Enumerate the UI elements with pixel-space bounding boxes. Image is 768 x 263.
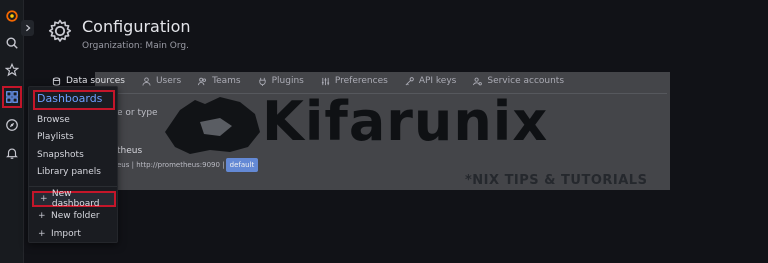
action-label: Import: [51, 229, 81, 239]
search-icon[interactable]: [0, 31, 24, 55]
plus-icon: +: [38, 211, 46, 221]
dashboards-menu: Dashboards Browse Playlists Snapshots Li…: [28, 86, 118, 243]
cog-icon: [48, 19, 72, 42]
menu-title[interactable]: Dashboards: [37, 92, 102, 105]
action-label: New folder: [51, 211, 100, 221]
dashboards-highlight: [2, 86, 22, 108]
menu-item-playlists[interactable]: Playlists: [37, 132, 74, 142]
menu-item-library-panels[interactable]: Library panels: [37, 167, 101, 177]
watermark-tagline: *NIX TIPS & TUTORIALS: [465, 173, 648, 188]
bell-icon[interactable]: [0, 141, 24, 165]
menu-item-browse[interactable]: Browse: [37, 115, 70, 125]
page-title: Configuration: [82, 17, 191, 36]
side-nav: [0, 0, 24, 263]
database-icon: [52, 76, 61, 86]
compass-icon[interactable]: [0, 113, 24, 137]
rhino-logo-icon: [165, 97, 260, 154]
watermark-text: Kifarunix: [262, 90, 549, 153]
plus-icon: +: [40, 194, 48, 204]
grafana-app: Configuration Organization: Main Org. Da…: [0, 0, 768, 263]
star-icon[interactable]: [0, 58, 24, 82]
new-folder-button[interactable]: + New folder: [32, 208, 116, 224]
page-subtitle: Organization: Main Org.: [82, 41, 189, 51]
chevron-right-icon: [25, 24, 31, 32]
new-dashboard-button[interactable]: + New dashboard: [32, 189, 116, 209]
import-button[interactable]: + Import: [32, 226, 116, 242]
plus-icon: +: [38, 229, 46, 239]
action-label: New dashboard: [51, 189, 100, 209]
expand-menu-button[interactable]: [21, 20, 34, 36]
menu-divider: [29, 186, 117, 187]
menu-item-snapshots[interactable]: Snapshots: [37, 150, 84, 160]
